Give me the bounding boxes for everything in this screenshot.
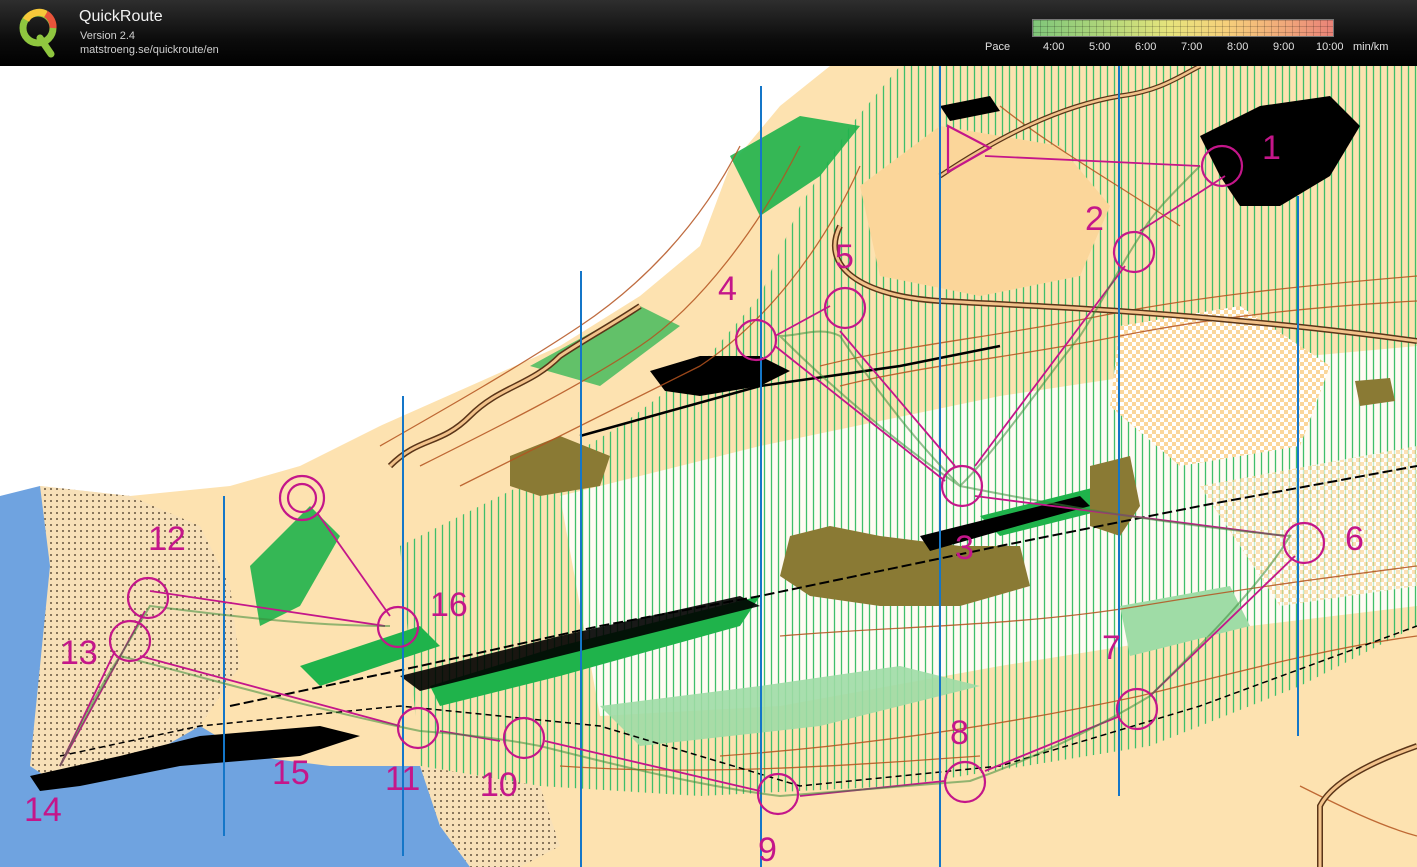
olive-area — [1355, 378, 1395, 406]
quickroute-logo-icon — [19, 8, 57, 58]
control-number: 15 — [272, 754, 310, 792]
pace-unit: min/km — [1353, 41, 1389, 53]
control-number: 13 — [60, 634, 98, 672]
control-number: 7 — [1102, 629, 1121, 667]
app-version: Version 2.4 — [80, 30, 136, 42]
control-number: 10 — [480, 766, 518, 804]
control-number: 9 — [758, 831, 777, 867]
control-number: 1 — [1262, 129, 1281, 167]
app-title: QuickRoute — [79, 8, 163, 25]
app-url-link[interactable]: matstroeng.se/quickroute/en — [80, 44, 219, 56]
control-number: 4 — [718, 270, 737, 308]
control-number: 11 — [385, 760, 420, 798]
control-number: 3 — [955, 529, 974, 567]
app-header: QuickRoute Version 2.4 matstroeng.se/qui… — [0, 0, 1417, 66]
control-number: 2 — [1085, 200, 1104, 238]
orienteering-map[interactable]: 1 2 3 4 5 6 7 8 9 10 11 12 13 14 15 16 — [0, 66, 1417, 867]
control-number: 6 — [1345, 520, 1364, 558]
pace-tick: 10:00 — [1316, 41, 1344, 53]
pace-label: Pace — [985, 41, 1011, 53]
pace-tick: 8:00 — [1227, 41, 1249, 53]
pace-tick: 9:00 — [1273, 41, 1295, 53]
control-number: 14 — [24, 791, 62, 829]
control-number: 16 — [430, 586, 468, 624]
pace-tick: 5:00 — [1089, 41, 1111, 53]
control-number: 12 — [148, 520, 186, 558]
pace-tick: 6:00 — [1135, 41, 1157, 53]
pace-tick: 7:00 — [1181, 41, 1203, 53]
control-number: 5 — [835, 238, 854, 276]
pace-tick: 4:00 — [1043, 41, 1065, 53]
pace-color-scale — [1032, 19, 1334, 37]
control-number: 8 — [950, 714, 969, 752]
